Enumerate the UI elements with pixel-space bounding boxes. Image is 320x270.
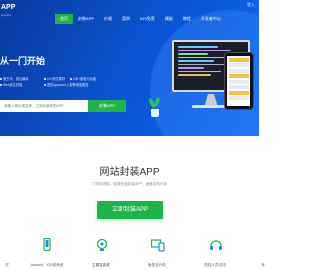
section-title: 网站封装APP <box>99 167 160 178</box>
hero-banner: APP pp.com 登入 首页 封装APP 价格 案例 IOS免签 模板 教程… <box>0 0 259 136</box>
code-line <box>178 53 208 55</box>
nav-item-home[interactable]: 首页 <box>55 14 73 24</box>
nav-item-developer[interactable]: 开发者中心 <box>196 14 226 24</box>
url-input[interactable] <box>0 100 88 112</box>
phone-row <box>228 85 249 89</box>
bullet-icon <box>0 78 2 81</box>
code-line <box>178 56 225 58</box>
hero-feature: Web原生封装 <box>0 82 22 87</box>
phone-illustration <box>224 52 254 110</box>
bottom-features: 式 Android、iOS双系统 主题智能框 免签名代劳 热线人员支持 专 <box>0 237 265 270</box>
login-link[interactable]: 登入 <box>247 2 255 8</box>
feature-item[interactable]: Android、iOS双系统 <box>22 237 72 267</box>
code-line <box>178 67 205 69</box>
bulb-icon <box>95 238 108 251</box>
phone-row <box>228 90 249 95</box>
hero-feature: 100+模板与功能 <box>70 76 96 81</box>
feature-icon-blank <box>257 238 269 250</box>
phone-row <box>228 74 249 78</box>
code-line <box>178 60 215 62</box>
code-line <box>178 46 218 48</box>
phone-row <box>228 63 249 67</box>
plant-illustration <box>148 94 162 118</box>
leaf-shape <box>153 96 161 108</box>
site-logo[interactable]: APP <box>1 4 15 12</box>
bullet-icon <box>0 84 2 87</box>
feature-item[interactable]: 热线人员支持 <box>190 238 240 267</box>
nav-item-price[interactable]: 价格 <box>99 14 117 24</box>
feature-item[interactable]: 免签名代劳 <box>132 238 182 267</box>
phone-row <box>228 96 249 100</box>
hero-feature-label: Web原生封装 <box>3 83 23 87</box>
phone-row <box>228 68 249 73</box>
hero-feature-label: 100+模板与功能 <box>73 77 97 81</box>
hero-feature: 提供Appstore上架等增值服务 <box>44 82 88 87</box>
main-nav: 首页 封装APP 价格 案例 IOS免签 模板 教程 开发者中心 <box>55 14 226 24</box>
nav-item-templates[interactable]: 模板 <box>160 14 178 24</box>
feature-item[interactable]: 主题智能框 <box>76 238 126 267</box>
headset-icon <box>209 238 222 250</box>
hero-title: 从一门开始 <box>0 56 46 66</box>
search-row: 封装APP <box>0 100 126 112</box>
nav-item-cases[interactable]: 案例 <box>117 14 135 24</box>
cta-package-app-button[interactable]: 立即封装APP <box>97 201 163 219</box>
nav-item-ios-nosign[interactable]: IOS免签 <box>135 14 160 24</box>
bullet-icon <box>44 84 46 87</box>
site-logo-sub: pp.com <box>1 13 11 17</box>
topbar: APP pp.com 登入 <box>0 0 259 17</box>
pot-shape <box>151 109 159 117</box>
feature-item[interactable]: 专 <box>238 238 288 267</box>
feature-label: 主题智能框 <box>92 263 110 267</box>
nav-item-package-app[interactable]: 封装APP <box>73 14 99 24</box>
code-line <box>178 74 211 76</box>
hero-feature-label: 10+原生模块 <box>47 77 66 81</box>
bullet-icon <box>44 78 46 81</box>
code-line <box>178 70 221 72</box>
feature-label: Android、iOS双系统 <box>30 263 64 267</box>
bullet-icon <box>70 78 72 81</box>
phone-screen <box>227 56 250 106</box>
feature-label: 专 <box>261 263 265 267</box>
feature-label: 热线人员支持 <box>204 263 226 267</box>
android-ios-icon <box>41 237 53 252</box>
feature-icon-blank <box>1 238 13 250</box>
nav-item-tutorials[interactable]: 教程 <box>178 14 196 24</box>
hero-feature-label: 第五代，混合编译 <box>3 77 29 81</box>
devices-icon <box>150 238 165 252</box>
section-subtitle: 门学在线制，免费在线封装APP，速度发布代劳 <box>91 182 168 186</box>
package-app-button[interactable]: 封装APP <box>88 100 126 112</box>
hero-feature-label: 提供Appstore上架等增值服务 <box>47 83 89 87</box>
phone-row <box>228 79 249 84</box>
code-line <box>178 49 231 51</box>
phone-row <box>228 57 249 62</box>
hero-feature: 10+原生模块 <box>44 76 65 81</box>
hero-feature: 第五代，混合编译 <box>0 76 29 81</box>
feature-label: 免签名代劳 <box>148 263 166 267</box>
